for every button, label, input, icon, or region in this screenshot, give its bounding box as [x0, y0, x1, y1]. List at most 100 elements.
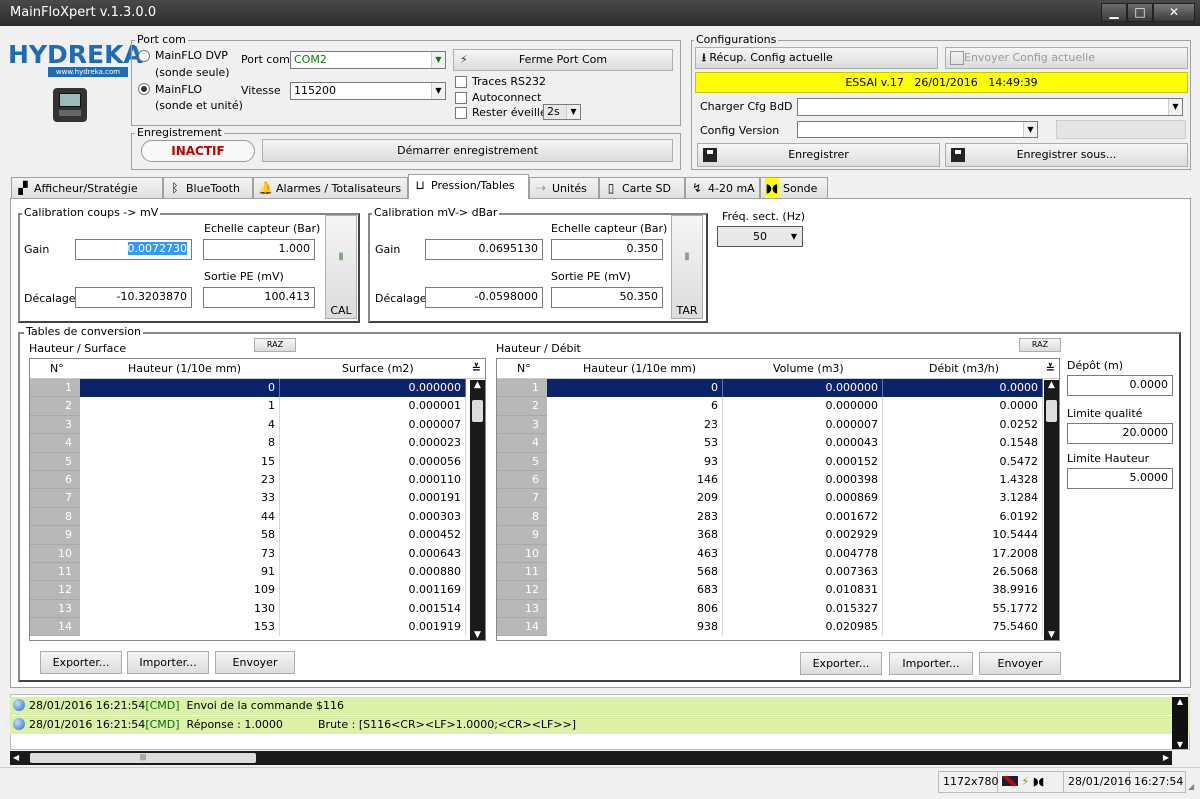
cal-button[interactable]: ▮ CAL: [325, 215, 357, 319]
table-row[interactable]: 2 6 0.000000 0.0000: [497, 397, 1059, 416]
table-cell[interactable]: 10.5444: [883, 526, 1043, 545]
table-row[interactable]: 11 91 0.000880: [30, 562, 485, 582]
freq-select[interactable]: 50 ▼: [717, 226, 803, 247]
table-cell[interactable]: 0.000191: [280, 489, 466, 508]
table-cell[interactable]: 0.000452: [280, 526, 466, 545]
table-cell[interactable]: 0.001919: [280, 618, 466, 637]
table-cell[interactable]: 938: [547, 618, 723, 637]
table-row[interactable]: 13 130 0.001514: [30, 599, 485, 619]
table-row[interactable]: 8 283 0.001672 6.0192: [497, 507, 1059, 527]
table-cell[interactable]: 0.000023: [280, 434, 466, 453]
table-cell[interactable]: 6: [547, 397, 723, 416]
cal1-out-input[interactable]: 100.413: [203, 287, 315, 308]
table-cell[interactable]: 283: [547, 507, 723, 527]
log-scrollbar[interactable]: ▲ ▼: [1172, 697, 1188, 749]
table-cell[interactable]: 15: [80, 452, 280, 471]
table-row[interactable]: 5 93 0.000152 0.5472: [497, 452, 1059, 471]
cal2-out-input[interactable]: 50.350: [551, 287, 663, 308]
table-row[interactable]: 1 0 0.000000 0.0000: [497, 379, 1059, 398]
table-cell[interactable]: 0.001169: [280, 581, 466, 600]
table-row[interactable]: 11 568 0.007363 26.5068: [497, 562, 1059, 582]
table-row[interactable]: 7 209 0.000869 3.1284: [497, 489, 1059, 508]
debit-send-button[interactable]: Envoyer: [979, 652, 1061, 675]
autoconnect-checkbox[interactable]: [455, 92, 467, 104]
config-version-select[interactable]: ▼: [797, 121, 1038, 138]
table-cell[interactable]: 23: [80, 470, 280, 490]
quality-input[interactable]: 20.0000: [1067, 423, 1173, 444]
surface-raz-button[interactable]: RAZ: [254, 338, 296, 352]
save-as-button[interactable]: Enregistrer sous...: [945, 143, 1188, 167]
table-cell[interactable]: 33: [80, 489, 280, 508]
close-port-button[interactable]: ⚡ Ferme Port Com: [453, 49, 673, 71]
table-row[interactable]: 1 0 0.000000: [30, 379, 485, 398]
table-cell[interactable]: 4: [80, 415, 280, 435]
table-row[interactable]: 8 44 0.000303: [30, 507, 485, 527]
awake-select[interactable]: 2s ▼: [543, 104, 581, 120]
table-row[interactable]: 12 109 0.001169: [30, 581, 485, 600]
table-cell[interactable]: 0.000869: [723, 489, 883, 508]
save-button[interactable]: Enregistrer: [697, 143, 940, 167]
table-cell[interactable]: 806: [547, 599, 723, 619]
table-cell[interactable]: 146: [547, 470, 723, 490]
surface-scrollbar[interactable]: ▲ ▼: [470, 380, 485, 640]
awake-checkbox[interactable]: [455, 107, 467, 119]
radio-mainflo[interactable]: [138, 83, 150, 95]
table-cell[interactable]: 0.000043: [723, 434, 883, 453]
table-row[interactable]: 10 463 0.004778 17.2008: [497, 544, 1059, 563]
table-cell[interactable]: 3.1284: [883, 489, 1043, 508]
table-cell[interactable]: 153: [80, 618, 280, 637]
table-cell[interactable]: 0.000007: [280, 415, 466, 435]
tab-unites[interactable]: ⇢ Unités: [529, 177, 599, 198]
cal2-offset-input[interactable]: -0.0598000: [425, 287, 543, 308]
table-cell[interactable]: 0.010831: [723, 581, 883, 600]
load-cfg-select[interactable]: ▼: [797, 98, 1183, 116]
table-cell[interactable]: 38.9916: [883, 581, 1043, 600]
radio-dvp[interactable]: [138, 50, 150, 62]
debit-export-button[interactable]: Exporter...: [800, 652, 882, 675]
tab-pression[interactable]: ⊔ Pression/Tables: [408, 174, 529, 199]
table-cell[interactable]: 0.015327: [723, 599, 883, 619]
table-cell[interactable]: 73: [80, 544, 280, 563]
table-cell[interactable]: 1: [80, 397, 280, 416]
table-cell[interactable]: 53: [547, 434, 723, 453]
table-cell[interactable]: 0.004778: [723, 544, 883, 563]
speed-select[interactable]: 115200 ▼: [290, 82, 446, 100]
depot-input[interactable]: 0.0000: [1067, 375, 1173, 396]
surface-import-button[interactable]: Importer...: [127, 651, 209, 674]
table-row[interactable]: 14 153 0.001919: [30, 618, 485, 637]
table-cell[interactable]: 0.001514: [280, 599, 466, 619]
table-row[interactable]: 13 806 0.015327 55.1772: [497, 599, 1059, 619]
table-row[interactable]: 9 368 0.002929 10.5444: [497, 526, 1059, 545]
start-recording-button[interactable]: Démarrer enregistrement: [262, 139, 673, 162]
table-cell[interactable]: 0.1548: [883, 434, 1043, 453]
table-cell[interactable]: 130: [80, 599, 280, 619]
maximize-button[interactable]: □: [1127, 3, 1153, 22]
surface-export-button[interactable]: Exporter...: [40, 651, 122, 674]
table-cell[interactable]: 93: [547, 452, 723, 471]
table-cell[interactable]: 23: [547, 415, 723, 435]
table-row[interactable]: 10 73 0.000643: [30, 544, 485, 563]
table-cell[interactable]: 58: [80, 526, 280, 545]
table-cell[interactable]: 0.000880: [280, 562, 466, 582]
table-cell[interactable]: 0: [547, 379, 723, 398]
table-cell[interactable]: 0.000001: [280, 397, 466, 416]
table-cell[interactable]: 683: [547, 581, 723, 600]
tab-sonde[interactable]: ◗◖ Sonde: [760, 177, 828, 198]
table-row[interactable]: 3 4 0.000007: [30, 415, 485, 435]
table-row[interactable]: 6 146 0.000398 1.4328: [497, 470, 1059, 490]
table-cell[interactable]: 26.5068: [883, 562, 1043, 582]
table-cell[interactable]: 0.000303: [280, 507, 466, 527]
table-cell[interactable]: 209: [547, 489, 723, 508]
table-cell[interactable]: 0.0000: [883, 397, 1043, 416]
table-row[interactable]: 6 23 0.000110: [30, 470, 485, 490]
table-row[interactable]: 12 683 0.010831 38.9916: [497, 581, 1059, 600]
port-select[interactable]: COM2 ▼: [290, 51, 446, 69]
table-cell[interactable]: 368: [547, 526, 723, 545]
table-cell[interactable]: 44: [80, 507, 280, 527]
tab-alarmes[interactable]: 🔔 Alarmes / Totalisateurs: [253, 177, 408, 198]
table-cell[interactable]: 0.5472: [883, 452, 1043, 471]
log-hscrollbar[interactable]: ◀ ||| ▶: [10, 751, 1172, 765]
cal2-scale-input[interactable]: 0.350: [551, 239, 663, 260]
close-window-button[interactable]: ✕: [1153, 3, 1195, 22]
table-cell[interactable]: 0.001672: [723, 507, 883, 527]
